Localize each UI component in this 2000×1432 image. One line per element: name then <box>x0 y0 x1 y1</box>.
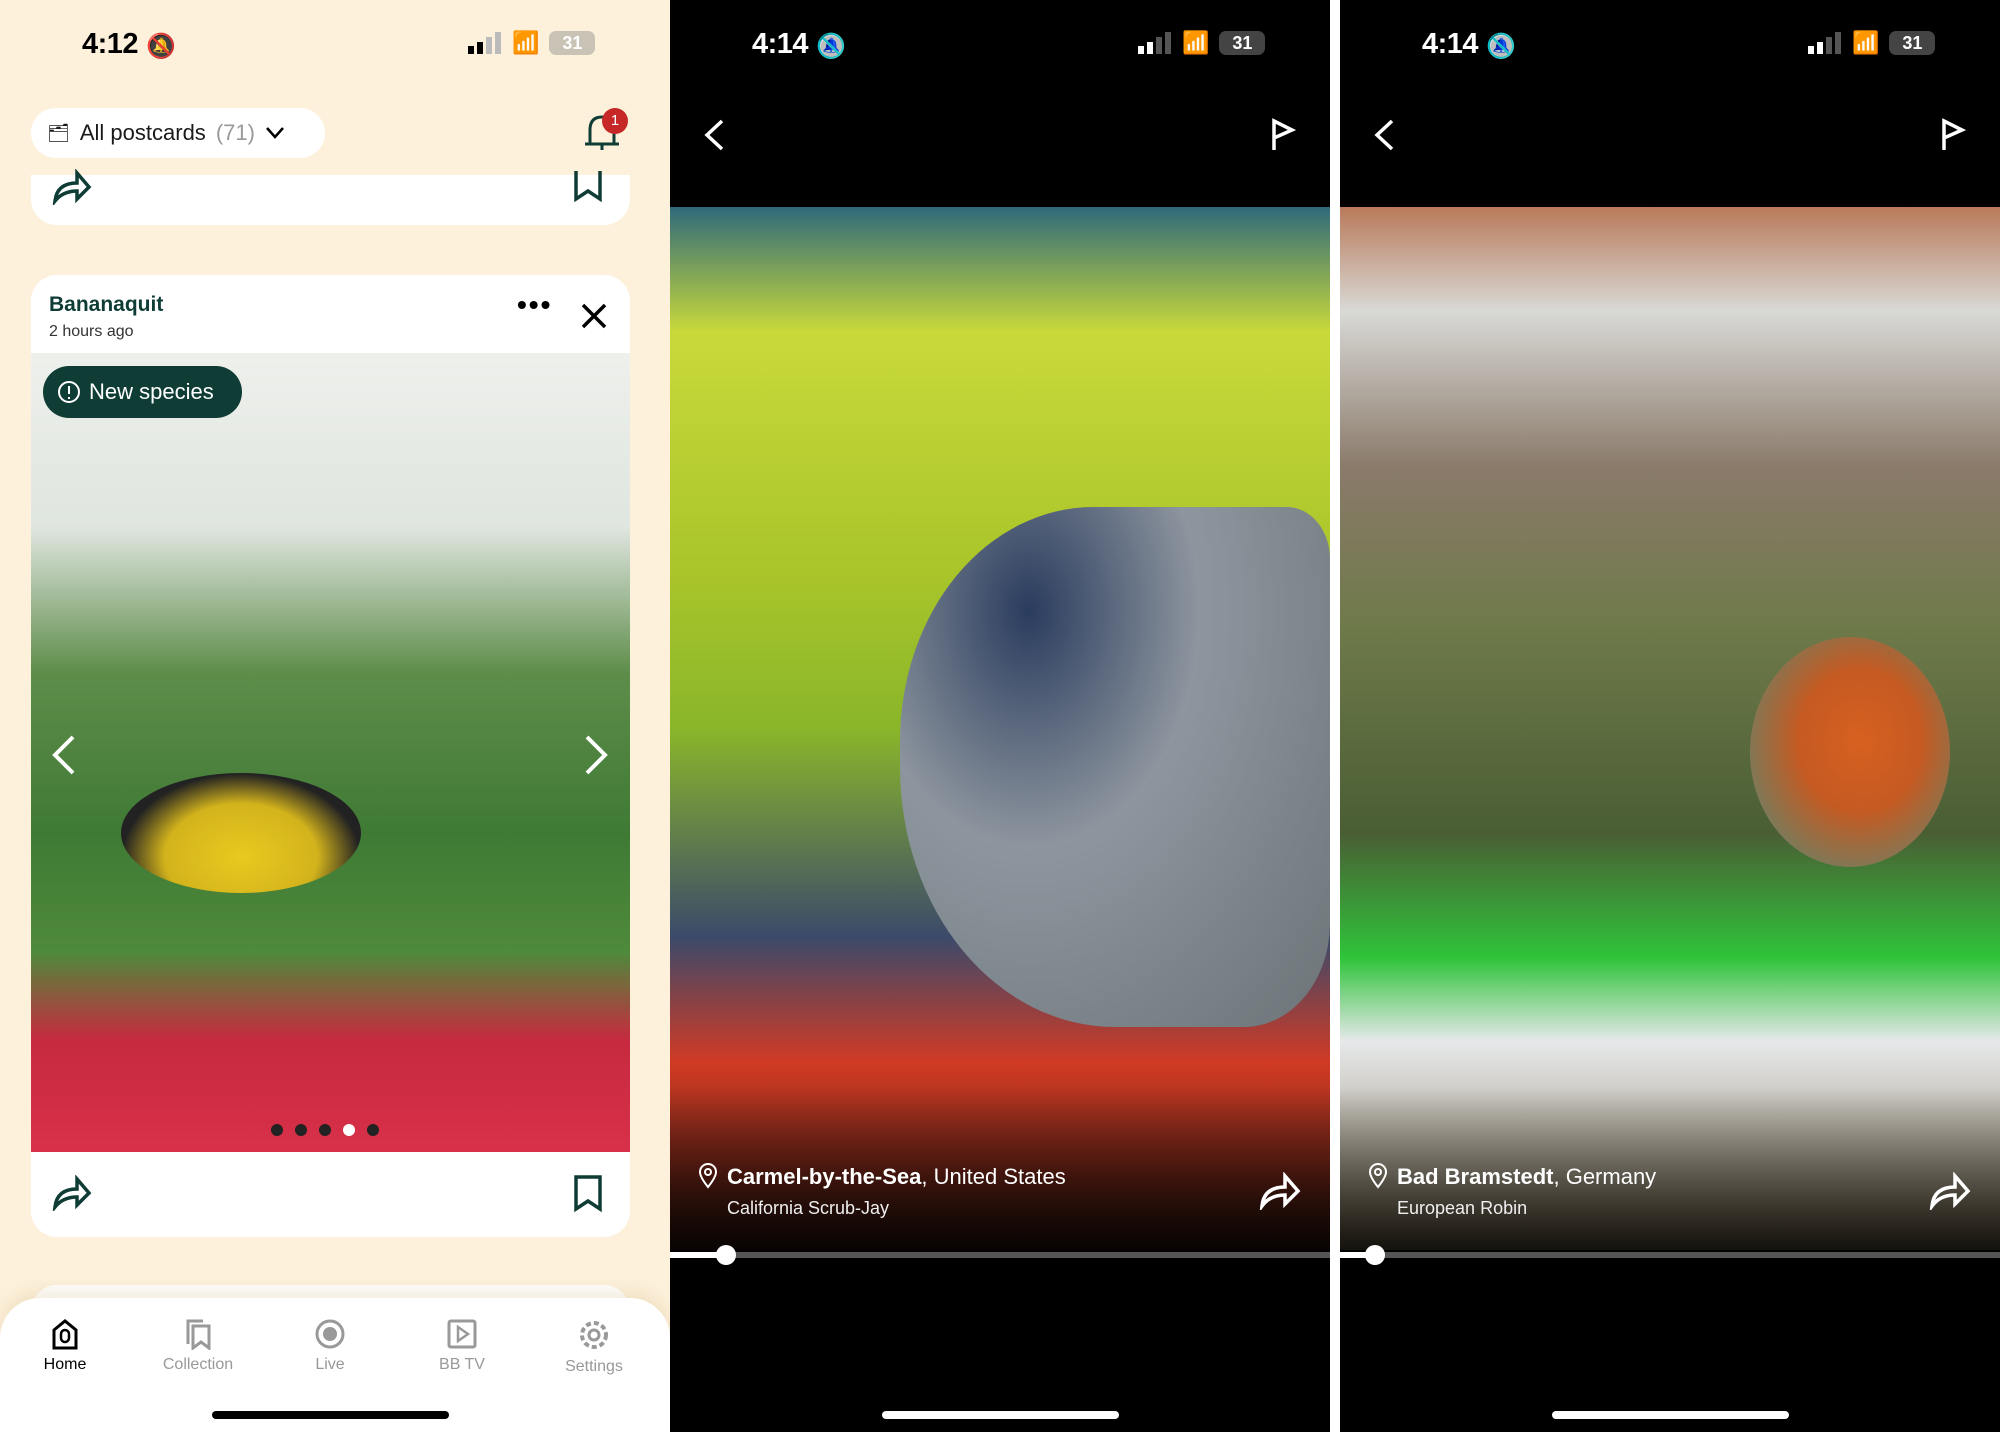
filter-count: (71) <box>215 120 255 145</box>
share-icon[interactable] <box>51 1175 93 1211</box>
bottom-nav: Home Collection Live BB TV Settings <box>0 1298 670 1432</box>
badge-label: New species <box>89 379 214 404</box>
share-icon[interactable] <box>1928 1172 1972 1210</box>
nav-live[interactable]: Live <box>270 1318 390 1374</box>
notifications-button[interactable]: 1 <box>582 108 628 159</box>
page-dot-active[interactable] <box>343 1124 355 1136</box>
nav-label: BB TV <box>439 1356 485 1373</box>
status-icons: 📶 31 <box>1808 30 1936 56</box>
signal-icon <box>468 32 501 54</box>
nav-settings[interactable]: Settings <box>534 1318 654 1376</box>
video-viewer-scrub-jay: 4:14 🔕 📶 31 Carmel-by-the-Sea, United St… <box>670 0 1330 1432</box>
nav-home[interactable]: Home <box>5 1318 125 1374</box>
silent-bell-icon: 🔕 <box>1486 33 1516 60</box>
nav-label: Settings <box>565 1358 623 1375</box>
more-options-icon[interactable]: ••• <box>517 289 552 321</box>
nav-collection[interactable]: Collection <box>138 1318 258 1374</box>
bird-shape <box>1750 637 1950 867</box>
video-scrubber-handle[interactable] <box>1365 1245 1385 1265</box>
card-time: 2 hours ago <box>49 323 134 340</box>
card-title: Bananaquit <box>49 293 164 316</box>
silent-bell-icon: 🔕 <box>146 33 176 60</box>
previous-card-footer <box>31 169 630 225</box>
video-viewer-robin: 4:14 🔕 📶 31 Bad Bramstedt, Germany Europ… <box>1340 0 2000 1432</box>
status-time: 4:14 <box>752 28 809 60</box>
postcard-card: Bananaquit 2 hours ago ••• New species <box>31 275 630 1237</box>
status-icons: 📶 31 <box>468 30 596 56</box>
silent-bell-icon: 🔕 <box>816 33 846 60</box>
share-icon[interactable] <box>51 169 93 205</box>
bird-photo <box>31 353 630 1152</box>
next-photo-arrow[interactable] <box>581 733 611 777</box>
flag-report-icon[interactable] <box>1940 118 1966 152</box>
wifi-icon: 📶 <box>1852 30 1880 55</box>
signal-icon <box>1808 32 1841 54</box>
battery-icon: 31 <box>1219 31 1266 55</box>
filter-label: All postcards <box>79 120 206 145</box>
page-dot[interactable] <box>367 1124 379 1136</box>
back-chevron-icon[interactable] <box>1372 118 1396 152</box>
bookmark-icon[interactable] <box>571 169 605 203</box>
home-indicator <box>212 1411 449 1419</box>
flag-report-icon[interactable] <box>1270 118 1296 152</box>
wifi-icon: 📶 <box>1182 30 1210 55</box>
video-progress-track[interactable] <box>670 1252 1330 1258</box>
home-indicator <box>882 1411 1119 1419</box>
video-progress-track[interactable] <box>1340 1252 2000 1258</box>
bird-shape <box>121 773 361 893</box>
home-indicator <box>1552 1411 1789 1419</box>
home-icon <box>52 1319 78 1350</box>
nav-label: Collection <box>162 1356 234 1373</box>
country: , Germany <box>1553 1164 1657 1189</box>
species-label: European Robin <box>1397 1198 1528 1218</box>
video-scrubber-handle[interactable] <box>716 1245 736 1265</box>
status-time: 4:12 <box>82 28 139 60</box>
species-label: California Scrub-Jay <box>727 1198 890 1218</box>
nav-label: Live <box>315 1356 345 1373</box>
share-icon[interactable] <box>1258 1172 1302 1210</box>
play-video-icon <box>447 1319 477 1349</box>
collection-icon <box>186 1319 211 1350</box>
location-label: Carmel-by-the-Sea, United States <box>727 1164 1066 1190</box>
location-pin-icon <box>1368 1163 1388 1189</box>
home-feed-screen: 4:12 🔕 📶 31 🗂 All postcards (71) 1 Banan… <box>0 0 670 1432</box>
location-label: Bad Bramstedt, Germany <box>1397 1164 1656 1190</box>
live-camera-icon <box>315 1319 345 1349</box>
country: , United States <box>921 1164 1066 1189</box>
page-dot[interactable] <box>319 1124 331 1136</box>
page-dot[interactable] <box>295 1124 307 1136</box>
close-icon[interactable] <box>581 303 607 329</box>
bird-shape <box>900 507 1330 1027</box>
bookmark-icon[interactable] <box>571 1175 605 1213</box>
back-chevron-icon[interactable] <box>702 118 726 152</box>
scrub-jay-video[interactable] <box>670 207 1330 1250</box>
postcards-icon: 🗂 <box>47 122 70 143</box>
city: Bad Bramstedt <box>1397 1164 1554 1189</box>
notification-badge: 1 <box>602 108 628 134</box>
nav-bbtv[interactable]: BB TV <box>402 1318 522 1374</box>
chevron-down-icon <box>266 127 284 139</box>
alert-circle-icon <box>58 381 80 403</box>
battery-icon: 31 <box>549 31 596 55</box>
signal-icon <box>1138 32 1171 54</box>
battery-icon: 31 <box>1889 31 1936 55</box>
location-pin-icon <box>698 1163 718 1189</box>
gear-icon <box>580 1321 608 1349</box>
nav-label: Home <box>43 1356 87 1373</box>
postcard-filter-dropdown[interactable]: 🗂 All postcards (71) <box>31 108 325 158</box>
wifi-icon: 📶 <box>512 30 540 55</box>
city: Carmel-by-the-Sea <box>727 1164 922 1189</box>
status-icons: 📶 31 <box>1138 30 1266 56</box>
new-species-badge: New species <box>43 366 242 418</box>
status-time: 4:14 <box>1422 28 1479 60</box>
page-dot[interactable] <box>271 1124 283 1136</box>
previous-photo-arrow[interactable] <box>49 733 79 777</box>
robin-video[interactable] <box>1340 207 2000 1250</box>
page-dots <box>265 1123 385 1141</box>
